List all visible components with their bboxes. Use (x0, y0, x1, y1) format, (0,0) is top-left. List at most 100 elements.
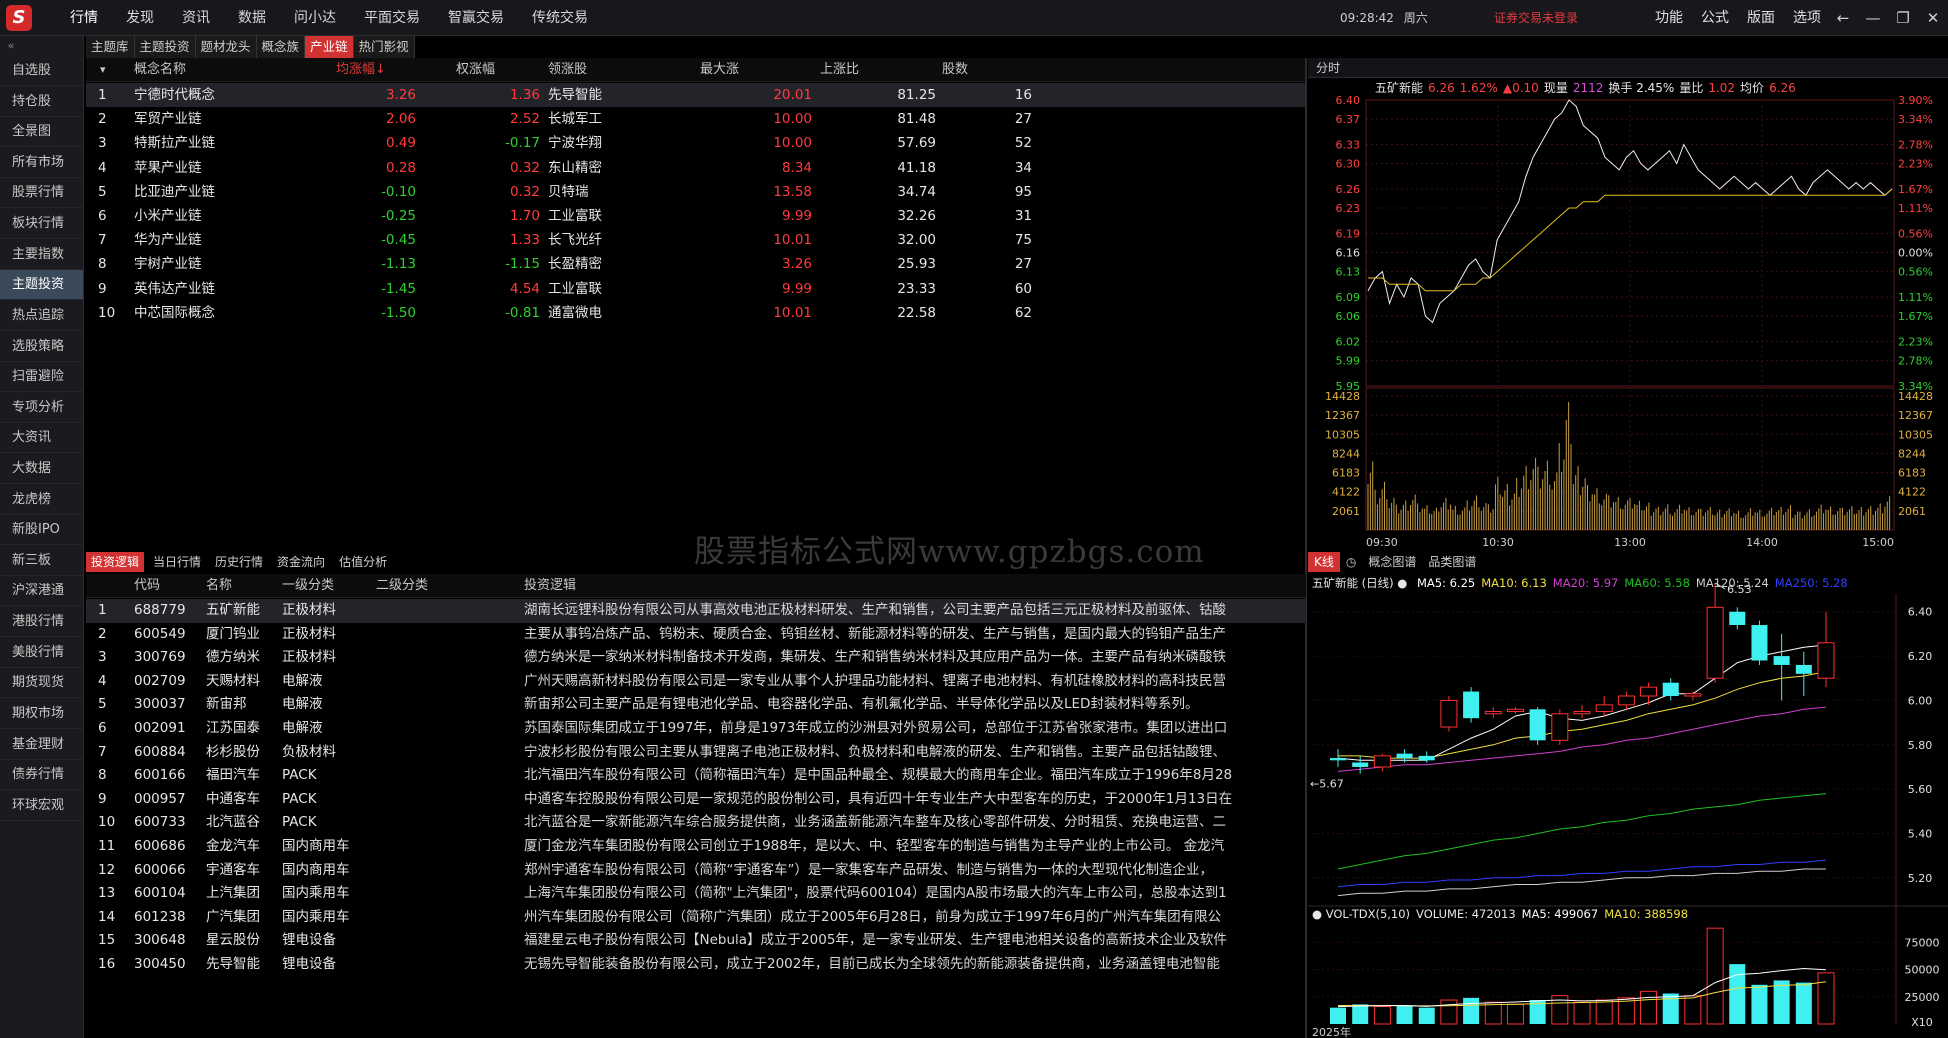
restore-icon[interactable]: ❐ (1888, 0, 1918, 36)
sidebar-item[interactable]: 新股IPO (0, 515, 83, 545)
menu-item[interactable]: 资讯 (168, 0, 224, 36)
back-arrow-icon[interactable]: ← (1828, 0, 1858, 36)
menu-item[interactable]: 传统交易 (518, 0, 602, 36)
column-header[interactable]: 代码 (134, 574, 160, 598)
table-row[interactable]: 5 比亚迪产业链 -0.10 0.32 贝特瑞 13.58 34.74 95 (86, 180, 1306, 204)
theme-tab[interactable]: 主题库 (86, 36, 135, 58)
sidebar-item[interactable]: 选股策略 (0, 332, 83, 362)
detail-tab[interactable]: 当日行情 (148, 552, 206, 572)
clock-icon[interactable]: ◷ (1340, 552, 1362, 572)
table-row[interactable]: 7 600884 杉杉股份 负极材料 宁波杉杉股份有限公司主要从事锂离子电池正极材料、负… (86, 741, 1306, 765)
sidebar-item[interactable]: 持仓股 (0, 87, 83, 117)
minimize-icon[interactable]: — (1858, 0, 1888, 36)
sidebar-item[interactable]: 新三板 (0, 546, 83, 576)
table-row[interactable]: 16 300450 先导智能 锂电设备 无锡先导智能装备股份有限公司，成立于2002年，… (86, 953, 1306, 977)
sidebar-item[interactable]: 港股行情 (0, 607, 83, 637)
table-row[interactable]: 10 中芯国际概念 -1.50 -0.81 通富微电 10.01 22.58 62 (86, 301, 1306, 325)
menu-item[interactable]: 行情 (56, 0, 112, 36)
sidebar-item[interactable]: 主要指数 (0, 240, 83, 270)
right-menu-item[interactable]: 公式 (1692, 0, 1738, 36)
table-row[interactable]: 6 小米产业链 -0.25 1.70 工业富联 9.99 32.26 31 (86, 204, 1306, 228)
kline-tab[interactable]: 品类图谱 (1422, 552, 1482, 572)
sidebar-item[interactable]: 债券行情 (0, 760, 83, 790)
table-row[interactable]: 8 宇树产业链 -1.13 -1.15 长盈精密 3.26 25.93 27 (86, 252, 1306, 276)
sidebar-item[interactable]: 股票行情 (0, 178, 83, 208)
column-header[interactable]: 概念名称 (134, 58, 186, 82)
table-row[interactable]: 8 600166 福田汽车 PACK 北汽福田汽车股份有限公司（简称福田汽车）是中国品种… (86, 764, 1306, 788)
table-row[interactable]: 10 600733 北汽蓝谷 PACK 北汽蓝谷是一家新能源汽车综合服务提供商，业务涵盖… (86, 811, 1306, 835)
close-icon[interactable]: ✕ (1918, 0, 1948, 36)
table-row[interactable]: 15 300648 星云股份 锂电设备 福建星云电子股份有限公司【Nebula】成立于2… (86, 929, 1306, 953)
table-row[interactable]: 3 特斯拉产业链 0.49 -0.17 宁波华翔 10.00 57.69 52 (86, 131, 1306, 155)
table-row[interactable]: 4 苹果产业链 0.28 0.32 东山精密 8.34 41.18 34 (86, 156, 1306, 180)
sidebar-item[interactable]: 沪深港通 (0, 576, 83, 606)
sidebar-item[interactable]: 龙虎榜 (0, 485, 83, 515)
table-row[interactable]: 5 300037 新宙邦 电解液 新宙邦公司主要产品是有锂电池化学品、电容器化学品、有机… (86, 693, 1306, 717)
timeshare-tab[interactable]: 分时 (1308, 58, 1948, 78)
sidebar-item[interactable]: 美股行情 (0, 638, 83, 668)
theme-tab[interactable]: 题材龙头 (195, 36, 257, 58)
sidebar-item[interactable]: 大数据 (0, 454, 83, 484)
table-row[interactable]: 4 002709 天赐材料 电解液 广州天赐高新材料股份有限公司是一家专业从事个人护理品… (86, 670, 1306, 694)
menu-item[interactable]: 平面交易 (350, 0, 434, 36)
login-status[interactable]: 证券交易未登录 (1494, 0, 1578, 36)
column-header[interactable]: 均涨幅↓ (336, 58, 386, 82)
sidebar-item[interactable]: 板块行情 (0, 209, 83, 239)
table-row[interactable]: 13 600104 上汽集团 国内乘用车 上海汽车集团股份有限公司（简称"上汽集团"，股… (86, 882, 1306, 906)
detail-tab[interactable]: 资金流向 (272, 552, 330, 572)
column-header[interactable]: 权涨幅 (456, 58, 495, 82)
table-row[interactable]: 3 300769 德方纳米 正极材料 德方纳米是一家纳米材料制备技术开发商，集研发、生产… (86, 646, 1306, 670)
sidebar-item[interactable]: 自选股 (0, 56, 83, 86)
column-header[interactable]: 领涨股 (548, 58, 587, 82)
sidebar-item[interactable]: 环球宏观 (0, 791, 83, 821)
collapse-sidebar-icon[interactable]: « (0, 36, 22, 56)
theme-tab[interactable]: 主题投资 (134, 36, 196, 58)
menu-item[interactable]: 智赢交易 (434, 0, 518, 36)
table-row[interactable]: 6 002091 江苏国泰 电解液 苏国泰国际集团成立于1997年，前身是1973年成立… (86, 717, 1306, 741)
right-menu-item[interactable]: 选项 (1784, 0, 1830, 36)
sidebar-item[interactable]: 专项分析 (0, 393, 83, 423)
detail-tab[interactable]: 投资逻辑 (86, 552, 145, 572)
menu-item[interactable]: 问小达 (280, 0, 350, 36)
table-row[interactable]: 14 601238 广汽集团 国内乘用车 州汽车集团股份有限公司（简称广汽集团）成立于2… (86, 906, 1306, 930)
table-row[interactable]: 2 军贸产业链 2.06 2.52 长城军工 10.00 81.48 27 (86, 107, 1306, 131)
table-row[interactable]: 1 宁德时代概念 3.26 1.36 先导智能 20.01 81.25 16 (86, 83, 1306, 107)
sidebar-item[interactable]: 基金理财 (0, 730, 83, 760)
sidebar-item[interactable]: 期权市场 (0, 699, 83, 729)
table-row[interactable]: 1 688779 五矿新能 正极材料 湖南长远锂科股份有限公司从事高效电池正极材料研发、… (86, 599, 1306, 623)
menu-item[interactable]: 数据 (224, 0, 280, 36)
table-row[interactable]: 2 600549 厦门钨业 正极材料 主要从事钨冶炼产品、钨粉末、硬质合金、钨钼丝材、新… (86, 623, 1306, 647)
right-menu-item[interactable]: 版面 (1738, 0, 1784, 36)
theme-tab[interactable]: 热门影视 (353, 36, 415, 58)
sidebar-item[interactable]: 期货现货 (0, 668, 83, 698)
column-header[interactable]: 股数 (942, 58, 968, 82)
timeshare-chart[interactable]: 五矿新能 6.26 1.62% ▲0.10 现量 2112 换手 2.45% 量比 1.02 均价… (1308, 78, 1948, 550)
theme-tab[interactable]: 概念族 (256, 36, 306, 58)
table-row[interactable]: 7 华为产业链 -0.45 1.33 长飞光纤 10.01 32.00 75 (86, 228, 1306, 252)
sidebar-item[interactable]: 所有市场 (0, 148, 83, 178)
column-header[interactable]: 二级分类 (376, 574, 428, 598)
kline-chart[interactable]: 五矿新能 (日线) ● MA5: 6.25 MA10: 6.13 MA20: 5.9… (1308, 572, 1948, 1038)
column-menu-icon[interactable]: ▾ (100, 58, 106, 82)
column-header[interactable]: 投资逻辑 (524, 574, 576, 598)
table-row[interactable]: 9 英伟达产业链 -1.45 4.54 工业富联 9.99 23.33 60 (86, 277, 1306, 301)
table-row[interactable]: 11 600686 金龙汽车 国内商用车 厦门金龙汽车集团股份有限公司创立于1988年，… (86, 835, 1306, 859)
detail-tab[interactable]: 历史行情 (210, 552, 268, 572)
sidebar-item[interactable]: 扫雷避险 (0, 362, 83, 392)
theme-tab[interactable]: 产业链 (305, 36, 354, 58)
sidebar-item[interactable]: 主题投资 (0, 270, 83, 300)
table-row[interactable]: 12 600066 宇通客车 国内商用车 郑州宇通客车股份有限公司（简称“宇通客车”）是… (86, 859, 1306, 883)
right-menu-item[interactable]: 功能 (1646, 0, 1692, 36)
column-header[interactable]: 上涨比 (820, 58, 859, 82)
sidebar-item[interactable]: 全景图 (0, 117, 83, 147)
sidebar-item[interactable]: 大资讯 (0, 423, 83, 453)
menu-item[interactable]: 发现 (112, 0, 168, 36)
column-header[interactable]: 最大涨 (700, 58, 739, 82)
table-row[interactable]: 9 000957 中通客车 PACK 中通客车控股股份有限公司是一家规范的股份制公司，具… (86, 788, 1306, 812)
detail-tab[interactable]: 估值分析 (334, 552, 392, 572)
column-header[interactable]: 名称 (206, 574, 232, 598)
sidebar-item[interactable]: 热点追踪 (0, 301, 83, 331)
kline-tab[interactable]: K线 (1308, 552, 1340, 572)
kline-tab[interactable]: 概念图谱 (1362, 552, 1422, 572)
column-header[interactable]: 一级分类 (282, 574, 334, 598)
